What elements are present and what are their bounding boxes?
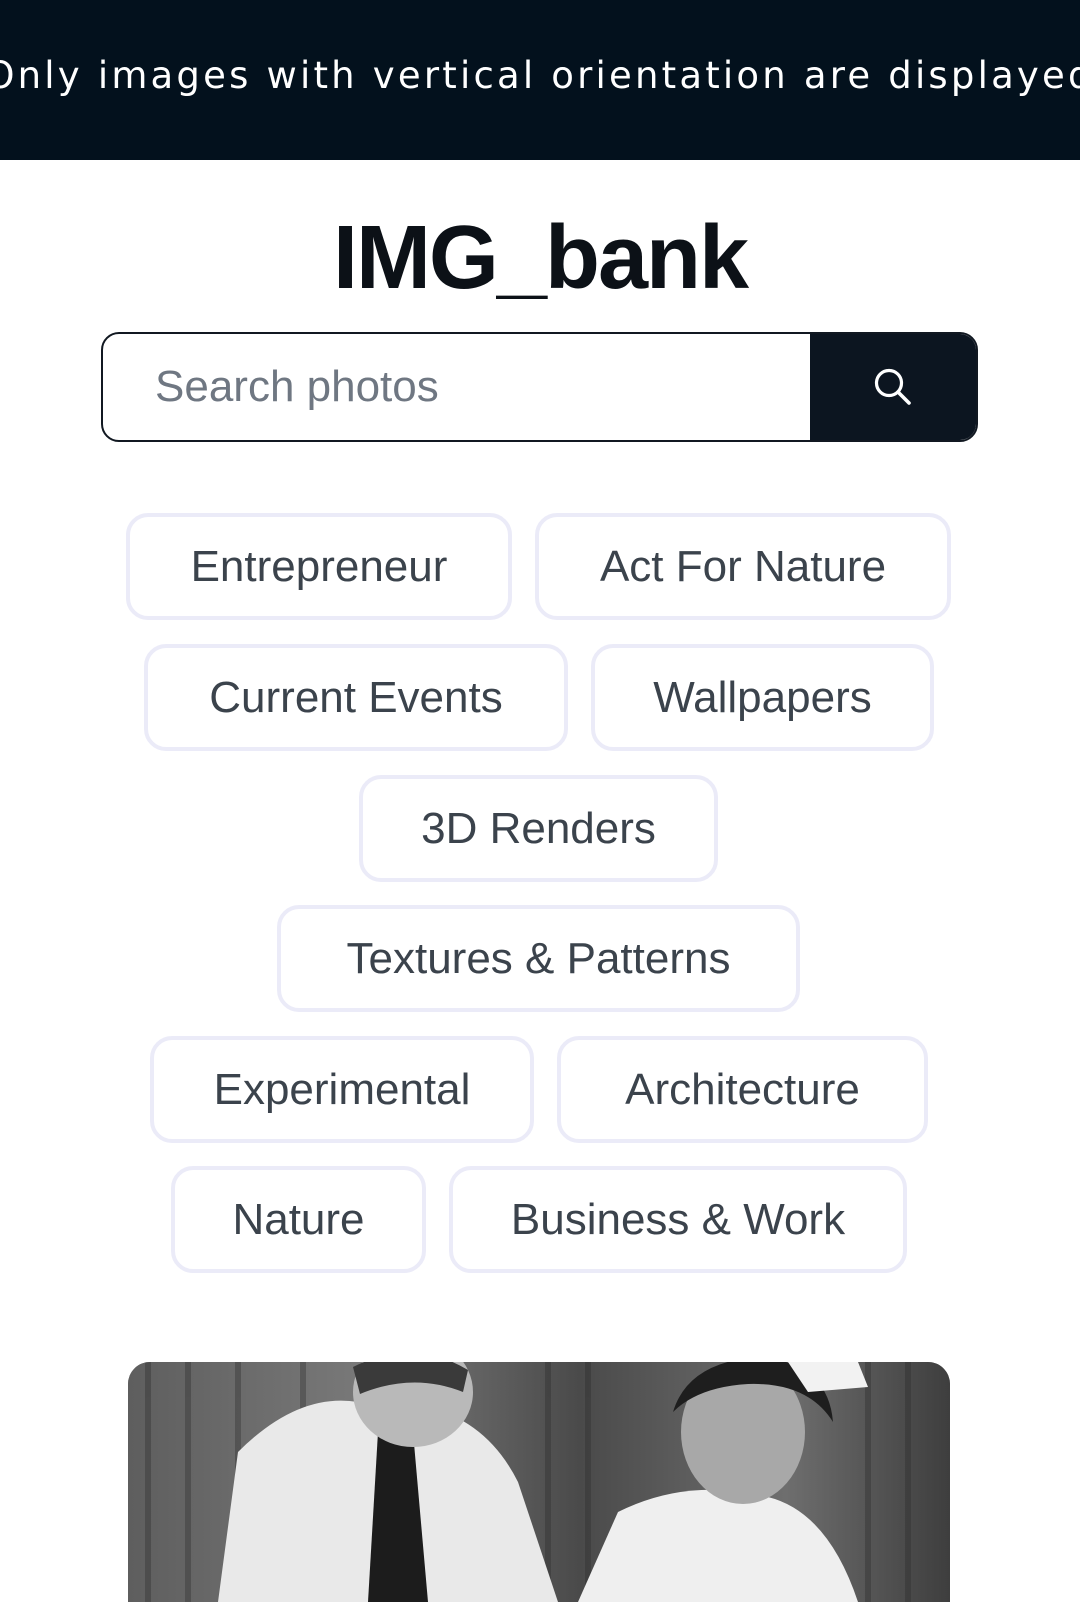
category-chip-textures-patterns[interactable]: Textures & Patterns bbox=[277, 905, 800, 1012]
orientation-banner: Only images with vertical orientation ar… bbox=[0, 0, 1080, 160]
category-chip-experimental[interactable]: Experimental bbox=[150, 1036, 534, 1143]
search-input[interactable] bbox=[103, 334, 810, 440]
category-chip-wallpapers[interactable]: Wallpapers bbox=[591, 644, 934, 751]
category-chip-architecture[interactable]: Architecture bbox=[557, 1036, 928, 1143]
photo-thumbnail bbox=[128, 1362, 950, 1602]
category-chip-entrepreneur[interactable]: Entrepreneur bbox=[126, 513, 512, 620]
site-logo[interactable]: IMG_bank bbox=[0, 208, 1080, 308]
orientation-notice-text: Only images with vertical orientation ar… bbox=[0, 53, 1080, 97]
category-chip-3d-renders[interactable]: 3D Renders bbox=[359, 775, 718, 882]
category-chip-nature[interactable]: Nature bbox=[171, 1166, 426, 1273]
category-chip-act-for-nature[interactable]: Act For Nature bbox=[535, 513, 951, 620]
search-bar bbox=[101, 332, 978, 442]
category-chip-business-work[interactable]: Business & Work bbox=[449, 1166, 907, 1273]
category-chip-current-events[interactable]: Current Events bbox=[144, 644, 568, 751]
search-icon bbox=[874, 368, 911, 405]
search-button[interactable] bbox=[810, 334, 976, 440]
photo-card[interactable] bbox=[128, 1362, 950, 1602]
